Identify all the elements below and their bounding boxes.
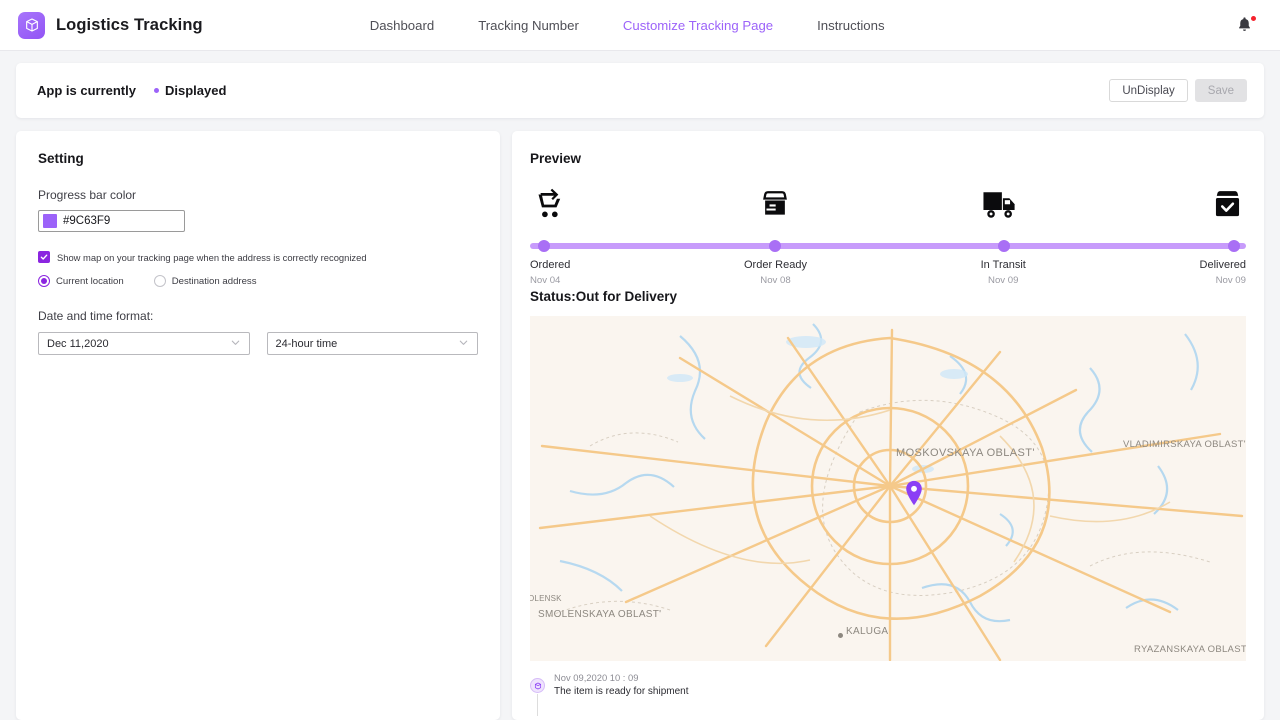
preview-panel: Preview Ordered Nov 04 Order Ready Nov 0… xyxy=(512,131,1264,720)
app-status-value: Displayed xyxy=(164,83,227,98)
app-status-label: App is currently xyxy=(37,83,136,98)
status-indicator-dot xyxy=(153,88,159,93)
color-hex-value: #9C63F9 xyxy=(63,215,111,227)
map-label-smolenskaya: SMOLENSKAYA OBLAST' xyxy=(538,609,662,620)
app-status-card: App is currently Displayed UnDisplay Sav… xyxy=(16,63,1264,118)
save-button[interactable]: Save xyxy=(1194,79,1247,102)
step-date: Nov 09 xyxy=(988,275,1019,286)
tracker-step-ordered: Ordered Nov 04 xyxy=(530,259,570,286)
chevron-down-icon xyxy=(230,335,241,353)
package-box-icon xyxy=(530,678,545,693)
radio-unselected-icon xyxy=(153,275,166,287)
map-label-ryazanskaya: RYAZANSKAYA OBLAST' xyxy=(1134,644,1246,655)
progress-node-ordered xyxy=(538,240,550,252)
progress-node-in-transit xyxy=(998,240,1010,252)
color-swatch xyxy=(43,214,57,228)
show-map-checkbox-row[interactable]: Show map on your tracking page when the … xyxy=(38,251,478,263)
tracker-step-in-transit: In Transit Nov 09 xyxy=(981,259,1026,286)
tracker-step-delivered: Delivered Nov 09 xyxy=(1200,259,1246,286)
map-label-olensk: OLENSK xyxy=(530,594,562,603)
nav-links: Dashboard Tracking Number Customize Trac… xyxy=(370,18,885,33)
step-date: Nov 08 xyxy=(760,275,791,286)
package-box-icon xyxy=(759,187,791,226)
map-label-moskovskaya: MOSKOVSKAYA OBLAST' xyxy=(896,447,1035,459)
date-format-value: Dec 11,2020 xyxy=(47,337,109,350)
top-navigation-bar: Logistics Tracking Dashboard Tracking Nu… xyxy=(0,0,1280,51)
progress-bar-color-label: Progress bar color xyxy=(38,188,137,202)
time-format-select[interactable]: 24-hour time xyxy=(266,332,478,355)
location-pin-icon xyxy=(904,480,924,511)
step-name: Order Ready xyxy=(744,259,807,271)
brand: Logistics Tracking xyxy=(18,11,203,39)
box-check-icon xyxy=(1211,187,1244,226)
notification-badge xyxy=(1250,15,1257,22)
date-time-format-label: Date and time format: xyxy=(38,309,154,323)
timeline-entry: Nov 09,2020 10 : 09 The item is ready fo… xyxy=(554,672,689,697)
radio-destination-address[interactable]: Destination address xyxy=(153,275,257,287)
timeline-message: The item is ready for shipment xyxy=(554,686,689,697)
progress-node-order-ready xyxy=(769,240,781,252)
nav-link-dashboard[interactable]: Dashboard xyxy=(370,18,435,33)
status-actions: UnDisplay Save xyxy=(1109,79,1247,102)
nav-link-customize-tracking-page[interactable]: Customize Tracking Page xyxy=(623,18,773,33)
notification-bell-icon[interactable] xyxy=(1236,15,1257,36)
tracker-icons xyxy=(530,188,1246,226)
radio-destination-address-label: Destination address xyxy=(171,275,257,287)
panels-container: Setting Progress bar color #9C63F9 Show … xyxy=(16,131,1264,720)
step-date: Nov 04 xyxy=(530,275,561,286)
delivery-truck-icon xyxy=(982,189,1020,226)
time-format-value: 24-hour time xyxy=(275,337,338,350)
timeline-connector xyxy=(537,694,538,716)
tracking-timeline: Nov 09,2020 10 : 09 The item is ready fo… xyxy=(530,672,1246,716)
chevron-down-icon xyxy=(458,335,469,353)
address-mode-radio-group: Current location Destination address xyxy=(38,275,478,287)
shopping-cart-icon xyxy=(532,187,568,226)
date-format-select[interactable]: Dec 11,2020 xyxy=(38,332,250,355)
map-label-kaluga: KALUGA xyxy=(846,626,889,637)
progress-tracker: Ordered Nov 04 Order Ready Nov 08 In Tra… xyxy=(530,188,1246,286)
package-box-icon xyxy=(18,11,45,39)
radio-selected-icon xyxy=(38,275,50,287)
undisplay-button[interactable]: UnDisplay xyxy=(1109,79,1188,102)
radio-current-location[interactable]: Current location xyxy=(38,275,124,287)
nav-link-tracking-number[interactable]: Tracking Number xyxy=(478,18,579,33)
timeline-timestamp: Nov 09,2020 10 : 09 xyxy=(554,672,639,683)
progress-bar xyxy=(530,240,1246,252)
tracker-step-order-ready: Order Ready Nov 08 xyxy=(744,259,807,286)
tracker-labels: Ordered Nov 04 Order Ready Nov 08 In Tra… xyxy=(530,259,1246,286)
step-name: Ordered xyxy=(530,259,571,271)
map-preview[interactable]: MOSKOVSKAYA OBLAST' VLADIMIRSKAYA OBLAST… xyxy=(530,316,1246,661)
step-name: Delivered xyxy=(1199,259,1246,271)
map-label-vladimirskaya: VLADIMIRSKAYA OBLAST' xyxy=(1123,439,1246,450)
format-selects: Dec 11,2020 24-hour time xyxy=(38,332,478,355)
step-date: Nov 09 xyxy=(1215,275,1246,286)
step-name: In Transit xyxy=(980,259,1026,271)
show-map-label: Show map on your tracking page when the … xyxy=(57,251,367,263)
setting-panel-title: Setting xyxy=(38,151,84,166)
progress-node-delivered xyxy=(1228,240,1240,252)
delivery-status-line: Status:Out for Delivery xyxy=(530,289,678,304)
brand-title: Logistics Tracking xyxy=(56,15,203,34)
city-marker-dot xyxy=(838,633,843,638)
nav-link-instructions[interactable]: Instructions xyxy=(817,18,884,33)
progress-bar-color-input[interactable]: #9C63F9 xyxy=(38,210,185,232)
setting-panel: Setting Progress bar color #9C63F9 Show … xyxy=(16,131,500,720)
radio-current-location-label: Current location xyxy=(56,275,124,287)
preview-panel-title: Preview xyxy=(530,151,582,166)
checkbox-checked-icon xyxy=(38,251,50,263)
